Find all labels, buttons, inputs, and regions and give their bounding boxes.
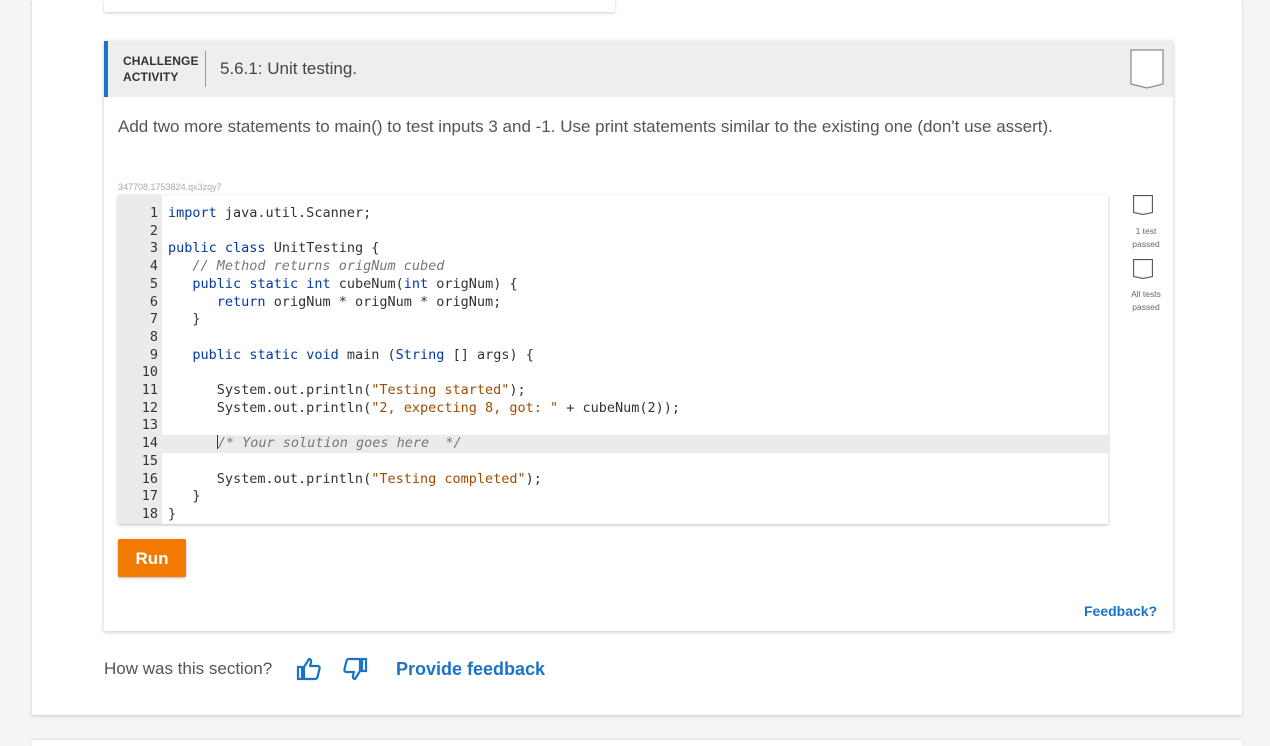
previous-activity-card	[104, 0, 615, 12]
thumbs-down-icon[interactable]	[342, 656, 368, 682]
thumbs-up-icon[interactable]	[296, 656, 322, 682]
code-text[interactable]: System.out.println("Testing completed");	[168, 471, 542, 489]
test1-status-label: 1 test passed	[1132, 226, 1160, 249]
code-line[interactable]: 10	[118, 364, 1108, 382]
code-line[interactable]: 18}	[118, 506, 1108, 524]
code-editor[interactable]: 1 import java.util.Scanner; 2 3 public class…	[118, 195, 1108, 524]
code-line[interactable]: 6 return origNum * origNum * origNum;	[118, 294, 1108, 312]
feedback-link[interactable]: Feedback?	[1084, 603, 1157, 619]
code-line[interactable]: 1 import java.util.Scanner;	[118, 205, 1108, 223]
line-number: 7	[149, 311, 158, 328]
line-number: 9	[149, 346, 158, 363]
line-number: 6	[149, 293, 158, 310]
activity-code-id: 347708.1753824.qx3zqy7	[118, 182, 222, 192]
line-number: 17	[141, 488, 158, 505]
code-line[interactable]: 3 public class UnitTesting {	[118, 240, 1108, 258]
code-text[interactable]: // Method returns origNum cubed	[168, 258, 444, 276]
code-text[interactable]: public class UnitTesting {	[168, 240, 379, 258]
code-line[interactable]: 7 }	[118, 311, 1108, 329]
code-line[interactable]: 2	[118, 223, 1108, 241]
completion-bookmark-icon	[1130, 49, 1164, 89]
code-line[interactable]: 16 System.out.println("Testing completed…	[118, 471, 1108, 489]
line-number: 18	[141, 505, 158, 522]
line-number: 15	[141, 452, 158, 469]
line-number: 12	[141, 399, 158, 416]
line-number: 5	[149, 275, 158, 292]
test-status-box-icon	[1133, 195, 1153, 215]
code-line[interactable]: 4 // Method returns origNum cubed	[118, 258, 1108, 276]
code-text[interactable]: }	[168, 488, 200, 506]
code-text[interactable]: return origNum * origNum * origNum;	[168, 294, 501, 312]
line-number: 1	[149, 205, 158, 221]
code-text[interactable]: System.out.println("2, expecting 8, got:…	[168, 400, 680, 418]
run-button[interactable]: Run	[118, 539, 186, 577]
code-line[interactable]: 13	[118, 417, 1108, 435]
section-rating-question: How was this section?	[104, 659, 273, 678]
code-text[interactable]: import java.util.Scanner;	[168, 205, 371, 223]
line-number: 11	[141, 382, 158, 398]
activity-header: CHALLENGE ACTIVITY 5.6.1: Unit testing.	[104, 41, 1173, 97]
line-number: 14	[141, 435, 158, 452]
code-line-active[interactable]: 14 /* Your solution goes here */	[118, 435, 1108, 453]
code-line[interactable]: 15	[118, 453, 1108, 471]
line-number: 16	[141, 470, 158, 487]
challenge-activity: CHALLENGE ACTIVITY 5.6.1: Unit testing. …	[104, 41, 1173, 631]
code-text[interactable]: public static int cubeNum(int origNum) {	[168, 276, 517, 294]
code-line[interactable]: 5 public static int cubeNum(int origNum)…	[118, 276, 1108, 294]
code-text[interactable]: System.out.println("Testing started");	[168, 382, 526, 400]
code-text[interactable]: }	[168, 311, 200, 329]
code-line[interactable]: 12 System.out.println("2, expecting 8, g…	[118, 400, 1108, 418]
code-line[interactable]: 11 System.out.println("Testing started")…	[118, 382, 1108, 400]
line-number: 8	[149, 328, 158, 345]
code-line[interactable]: 9 public static void main (String [] arg…	[118, 347, 1108, 365]
activity-instructions: Add two more statements to main() to tes…	[118, 117, 1053, 136]
line-number: 2	[149, 222, 158, 239]
code-text[interactable]: /* Your solution goes here */	[168, 435, 462, 453]
next-section-card	[32, 740, 1242, 746]
line-number: 3	[149, 240, 158, 257]
code-line[interactable]: 17 }	[118, 488, 1108, 506]
all-tests-status-box-icon	[1133, 259, 1153, 279]
activity-type-label: CHALLENGE ACTIVITY	[123, 54, 199, 84]
all-tests-status-label: All tests passed	[1131, 289, 1161, 312]
line-number: 4	[149, 258, 158, 275]
header-divider	[205, 51, 206, 87]
code-text[interactable]: public static void main (String [] args)…	[168, 347, 533, 365]
activity-title: 5.6.1: Unit testing.	[220, 59, 358, 78]
line-number: 13	[141, 417, 158, 434]
provide-feedback-link[interactable]: Provide feedback	[396, 659, 545, 680]
code-text[interactable]: }	[168, 506, 176, 524]
code-line[interactable]: 8	[118, 329, 1108, 347]
line-number: 10	[141, 364, 158, 381]
